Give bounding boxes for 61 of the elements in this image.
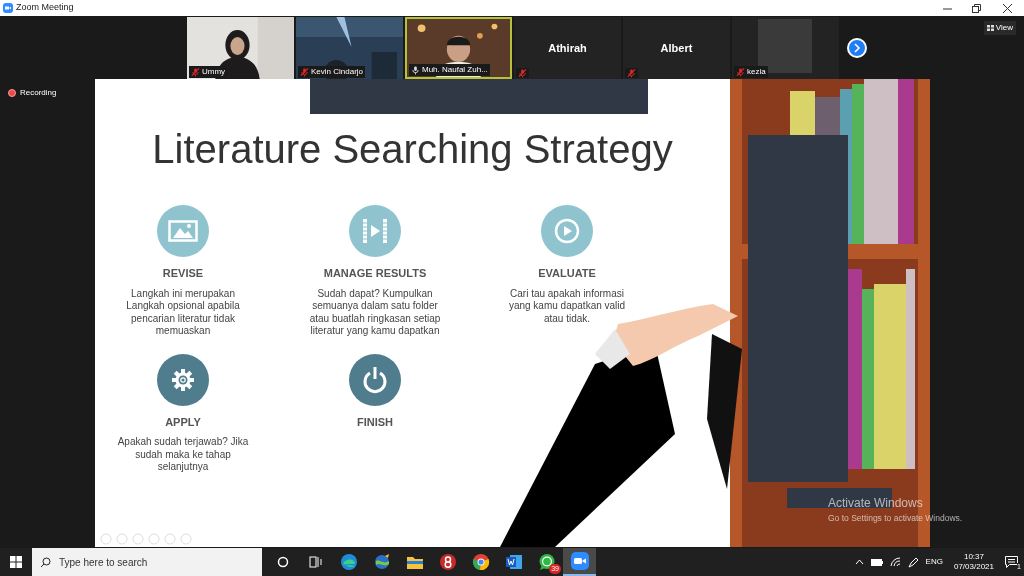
windows-start-icon[interactable] [10, 556, 22, 568]
step-label: APPLY [165, 414, 201, 430]
step-description: Apakah sudah terjawab? Jika sudah maka ke tahap selanjutnya [116, 436, 250, 474]
app-icon[interactable] [438, 553, 457, 571]
step-description: Langkah ini merupakan Langkah opsional apabila pencarian literatur tidak memuaskan [125, 287, 241, 338]
participant-name: Kevin Cindarjo [311, 66, 364, 78]
participant-name: Albert [660, 40, 693, 56]
chevron-right-icon [853, 43, 861, 53]
gear-icon [171, 367, 195, 392]
participant-tile[interactable]: Athirah [514, 17, 621, 79]
participant-tile[interactable]: Albert [623, 17, 730, 79]
restore-icon[interactable] [972, 3, 981, 13]
mic-icon [411, 65, 420, 75]
language-indicator[interactable]: ENG [925, 556, 943, 568]
wifi-icon[interactable] [889, 557, 901, 567]
video-camera-icon [3, 3, 13, 13]
view-button[interactable]: View [983, 21, 1016, 35]
recording-label: Recording [20, 87, 57, 99]
notification-icon[interactable] [1005, 556, 1018, 568]
step-label: MANAGE RESULTS [323, 266, 427, 281]
muted-mic-icon [518, 68, 527, 78]
participant-name: Muh. Naufal Zuh... [422, 64, 488, 76]
participant-name: Athirah [548, 40, 587, 56]
participant-tile[interactable]: Kevin Cindarjo [296, 17, 403, 79]
slide-title: Literature Searching Strategy [151, 129, 674, 169]
video-camera-icon[interactable] [570, 552, 589, 570]
pen-icon[interactable] [907, 556, 919, 568]
step-label: FINISH [356, 414, 394, 430]
muted-mic-icon [736, 67, 745, 77]
participant-name: Ummy [202, 66, 226, 78]
chrome-icon[interactable] [471, 553, 490, 571]
close-icon[interactable] [1003, 3, 1012, 13]
circle-icon[interactable] [276, 556, 289, 568]
image-icon [168, 220, 198, 242]
muted-mic-icon [191, 67, 200, 77]
grid-icon [986, 25, 994, 31]
battery-icon[interactable] [870, 558, 883, 566]
globe-icon[interactable] [372, 553, 391, 571]
muted-mic-icon [627, 68, 636, 78]
muted-mic-icon [300, 67, 309, 77]
participant-tile[interactable]: Muh. Naufal Zuh... [405, 17, 512, 79]
next-page-button[interactable] [847, 38, 867, 58]
play-icon [554, 218, 580, 244]
caret-up-icon[interactable] [854, 559, 864, 565]
clock[interactable]: 10:37 07/03/2021 [949, 552, 998, 572]
search-field[interactable]: Type here to search [32, 548, 262, 576]
participant-name: kezia [747, 66, 766, 78]
participant-tile[interactable]: Ummy [187, 17, 294, 79]
task-view-icon[interactable] [309, 556, 322, 568]
edge-icon[interactable] [339, 553, 358, 571]
slide-controls-icon [100, 533, 192, 545]
power-icon [362, 365, 388, 394]
document-icon[interactable] [504, 554, 523, 570]
window-title: Zoom Meeting [16, 1, 74, 15]
search-icon [40, 557, 51, 568]
folder-icon[interactable] [405, 554, 424, 570]
step-description: Sudah dapat? Kumpulkan semuanya dalam satu folder atau buatlah ringkasan setiap literatur yang kamu dapatkan [308, 287, 442, 338]
participant-tile[interactable]: kezia [732, 17, 839, 79]
step-label: EVALUATE [538, 266, 596, 281]
step-label: REVISE [162, 266, 204, 281]
step-description: Cari tau apakah informasi yang kamu dapatkan valid atau tidak. [507, 287, 627, 325]
